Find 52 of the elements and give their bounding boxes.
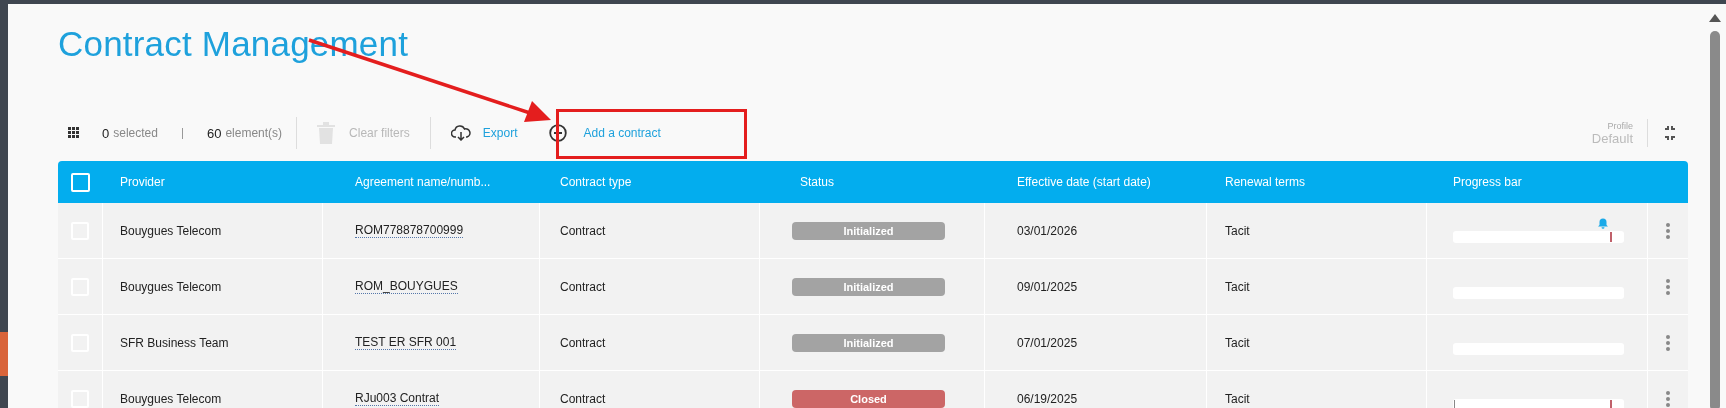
agreement-link[interactable]: ROM778878700999 <box>355 223 464 238</box>
table-cell: 03/01/2026 <box>1017 223 1078 238</box>
cloud-download-icon <box>450 125 471 141</box>
element-count: 60 <box>206 125 222 141</box>
plus-circle-icon <box>549 124 568 142</box>
column-header[interactable]: Status <box>800 175 835 189</box>
grid-icon[interactable] <box>68 127 80 139</box>
add-contract-button[interactable]: Add a contract <box>543 120 667 146</box>
column-header[interactable]: Effective date (start date) <box>1017 175 1151 189</box>
table-cell: Contract <box>560 223 606 238</box>
table-cell: 09/01/2025 <box>1017 279 1078 294</box>
export-button[interactable]: Export <box>444 121 524 145</box>
table-cell: Contract <box>560 391 606 406</box>
table-cell: 06/19/2025 <box>1017 391 1078 406</box>
agreement-link[interactable]: RJu003 Contrat <box>355 391 440 406</box>
more-icon[interactable] <box>1666 390 1670 407</box>
column-header[interactable]: Renewal terms <box>1225 175 1306 189</box>
agreement-link[interactable]: TEST ER SFR 001 <box>355 335 457 350</box>
table-cell: Tacit <box>1225 223 1250 238</box>
table-cell: Contract <box>560 335 606 350</box>
table-cell: Bouygues Telecom <box>120 391 222 406</box>
scroll-up-icon[interactable] <box>1709 14 1721 22</box>
table-cell: Contract <box>560 279 606 294</box>
column-header[interactable]: Progress bar <box>1453 175 1522 189</box>
table-cell: Tacit <box>1225 391 1250 406</box>
collapse-icon[interactable] <box>1662 125 1678 141</box>
more-icon[interactable] <box>1666 222 1670 239</box>
selected-count: 0 <box>102 125 110 141</box>
table-cell: Bouygues Telecom <box>120 223 222 238</box>
select-all-checkbox[interactable] <box>71 172 90 192</box>
scrollbar[interactable] <box>1705 4 1726 408</box>
status-badge: Closed <box>792 389 945 408</box>
table-cell: Tacit <box>1225 279 1250 294</box>
agreement-link[interactable]: ROM_BOUYGUES <box>355 279 458 294</box>
page-title: Contract Management <box>58 24 409 64</box>
status-badge: Initialized <box>792 221 945 240</box>
more-icon[interactable] <box>1666 278 1670 295</box>
table-cell: Bouygues Telecom <box>120 279 222 294</box>
profile-value[interactable]: Default <box>1591 130 1633 146</box>
table-cell: SFR Business Team <box>120 335 229 350</box>
selected-label: selected <box>113 126 158 140</box>
sidebar-accent <box>0 332 8 376</box>
element-label: element(s) <box>225 126 283 140</box>
column-header[interactable]: Contract type <box>560 175 632 189</box>
profile-label: Profile <box>1607 120 1633 131</box>
column-header[interactable]: Provider <box>120 175 165 189</box>
column-header[interactable]: Agreement name/numb... <box>355 175 491 189</box>
table-cell: Tacit <box>1225 335 1250 350</box>
more-icon[interactable] <box>1666 334 1670 351</box>
status-badge: Initialized <box>792 333 945 352</box>
table-cell: 07/01/2025 <box>1017 335 1078 350</box>
status-badge: Initialized <box>792 277 945 296</box>
